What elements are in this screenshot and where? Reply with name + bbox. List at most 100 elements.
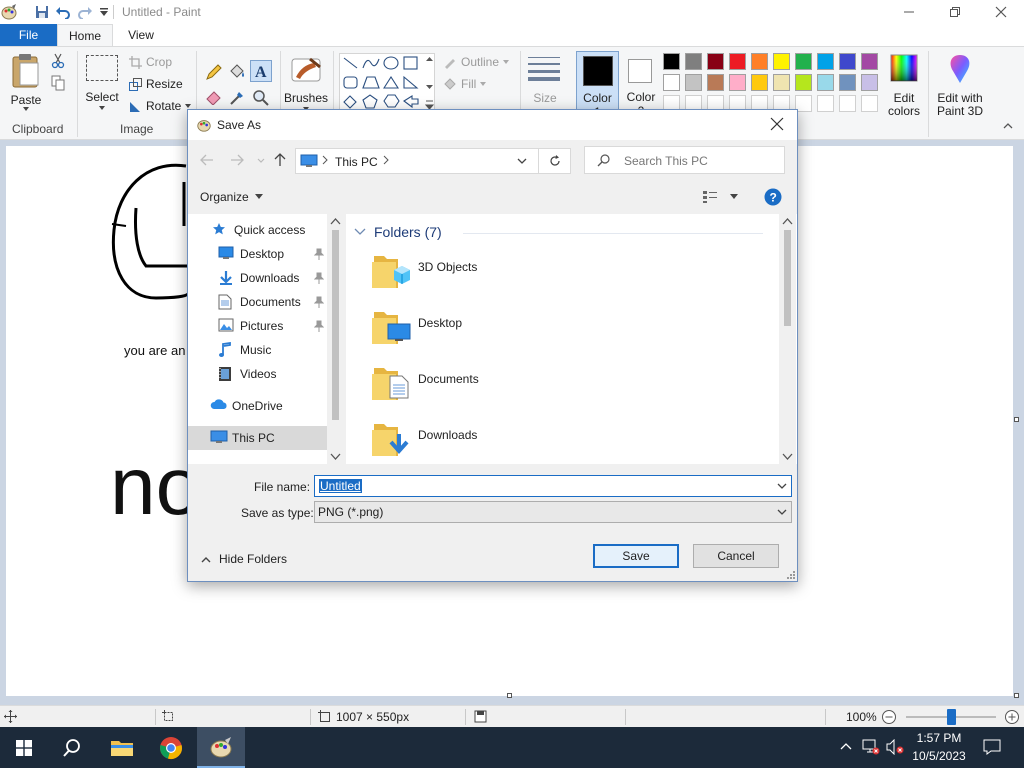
palette-swatch[interactable] (773, 53, 790, 70)
nav-item-pictures[interactable]: Pictures (188, 314, 328, 338)
search-button[interactable] (48, 727, 96, 768)
fill-bucket-icon[interactable] (228, 63, 246, 81)
palette-swatch[interactable] (751, 53, 768, 70)
help-button[interactable]: ? (764, 188, 782, 206)
files-scrollbar[interactable] (779, 214, 796, 464)
show-hidden-icons[interactable] (839, 740, 853, 754)
nav-scrollbar[interactable] (327, 214, 344, 464)
magnifier-icon[interactable] (252, 89, 270, 107)
nav-item-desktop[interactable]: Desktop (188, 242, 328, 266)
folder-item[interactable]: 3D Objects (368, 248, 628, 300)
nav-item-music[interactable]: Music (188, 338, 328, 362)
text-tool-icon[interactable]: A (250, 60, 272, 82)
chrome-button[interactable] (147, 727, 195, 768)
redo-icon[interactable] (76, 3, 94, 21)
folder-item[interactable]: Downloads (368, 416, 628, 468)
paint-taskbar-button[interactable] (197, 727, 245, 768)
clock-date[interactable]: 10/5/2023 (908, 749, 970, 763)
breadcrumb-this-pc[interactable]: This PC (335, 155, 378, 169)
address-dropdown-button[interactable] (517, 157, 527, 165)
zoom-in-button[interactable] (1004, 709, 1020, 725)
fill-button[interactable]: Fill (443, 77, 487, 91)
shapes-gallery[interactable] (339, 53, 435, 113)
custom-color-slot[interactable] (839, 95, 856, 112)
save-icon[interactable] (33, 3, 51, 21)
resize-button[interactable]: Resize (129, 77, 183, 91)
palette-swatch[interactable] (729, 53, 746, 70)
up-button[interactable] (274, 153, 286, 167)
nav-item-videos[interactable]: Videos (188, 362, 328, 386)
undo-icon[interactable] (54, 3, 72, 21)
palette-swatch[interactable] (817, 74, 834, 91)
palette-swatch[interactable] (773, 74, 790, 91)
eraser-icon[interactable] (205, 89, 223, 105)
palette-swatch[interactable] (685, 53, 702, 70)
copy-icon[interactable] (51, 75, 65, 91)
maximize-button[interactable] (932, 0, 978, 24)
save-button[interactable]: Save (593, 544, 679, 568)
forward-button[interactable] (230, 154, 244, 166)
clock-time[interactable]: 1:57 PM (908, 731, 970, 745)
shapes-scroll[interactable] (425, 55, 434, 111)
cut-icon[interactable] (51, 53, 65, 69)
network-icon[interactable] (862, 739, 880, 755)
nav-item-quick-access[interactable]: Quick access (188, 218, 328, 242)
file-name-field[interactable]: Untitled (314, 475, 792, 497)
search-box[interactable]: Search This PC (584, 146, 785, 174)
folder-item[interactable]: Desktop (368, 304, 628, 356)
collapse-ribbon-icon[interactable] (1003, 122, 1013, 129)
rotate-button[interactable]: Rotate (129, 99, 192, 113)
size-button[interactable]: Size (526, 53, 564, 113)
palette-swatch[interactable] (795, 74, 812, 91)
nav-item-downloads[interactable]: Downloads (188, 266, 328, 290)
custom-color-slot[interactable] (861, 95, 878, 112)
palette-swatch[interactable] (729, 74, 746, 91)
crop-button[interactable]: Crop (129, 55, 172, 69)
save-type-select[interactable]: PNG (*.png) (314, 501, 792, 523)
cancel-button[interactable]: Cancel (693, 544, 779, 568)
close-button[interactable] (978, 0, 1024, 24)
paint-app-icon[interactable] (0, 3, 18, 21)
hide-folders-button[interactable]: Hide Folders (201, 552, 287, 566)
palette-swatch[interactable] (861, 53, 878, 70)
custom-color-slot[interactable] (817, 95, 834, 112)
palette-swatch[interactable] (663, 74, 680, 91)
select-button[interactable]: Select (84, 55, 120, 117)
save-type-dropdown[interactable] (777, 509, 787, 516)
nav-item-this-pc[interactable]: This PC (188, 426, 327, 450)
folders-group-header[interactable]: Folders (7) (354, 224, 442, 240)
palette-swatch[interactable] (707, 74, 724, 91)
zoom-out-button[interactable] (881, 709, 897, 725)
tab-file[interactable]: File (0, 24, 57, 46)
palette-swatch[interactable] (795, 53, 812, 70)
address-bar[interactable]: This PC (295, 148, 555, 174)
nav-item-onedrive[interactable]: OneDrive (188, 394, 328, 418)
tab-home[interactable]: Home (57, 24, 113, 47)
palette-swatch[interactable] (685, 74, 702, 91)
resize-handle-right[interactable] (1014, 417, 1019, 422)
palette-swatch[interactable] (663, 53, 680, 70)
refresh-button[interactable] (538, 148, 571, 174)
notifications-icon[interactable] (983, 739, 1001, 755)
recent-locations-button[interactable] (257, 158, 265, 164)
file-name-dropdown[interactable] (777, 483, 787, 490)
edit-with-paint3d-button[interactable]: Edit with Paint 3D (932, 53, 988, 119)
paste-button[interactable]: Paste (6, 51, 46, 117)
palette-swatch[interactable] (707, 53, 724, 70)
breadcrumb-separator-icon[interactable] (383, 155, 389, 165)
dialog-close-button[interactable] (770, 117, 784, 131)
color-picker-icon[interactable] (228, 89, 246, 107)
organize-button[interactable]: Organize (200, 190, 263, 204)
zoom-slider-track[interactable] (906, 709, 996, 725)
customize-icon[interactable] (95, 3, 113, 21)
minimize-button[interactable] (886, 0, 932, 24)
outline-button[interactable]: Outline (443, 55, 510, 69)
tab-view[interactable]: View (115, 24, 167, 46)
change-view-button[interactable] (702, 190, 738, 204)
start-button[interactable] (0, 727, 48, 768)
palette-swatch[interactable] (751, 74, 768, 91)
back-button[interactable] (200, 154, 214, 166)
palette-swatch[interactable] (839, 53, 856, 70)
file-explorer-button[interactable] (98, 727, 146, 768)
zoom-slider-thumb[interactable] (946, 709, 956, 725)
